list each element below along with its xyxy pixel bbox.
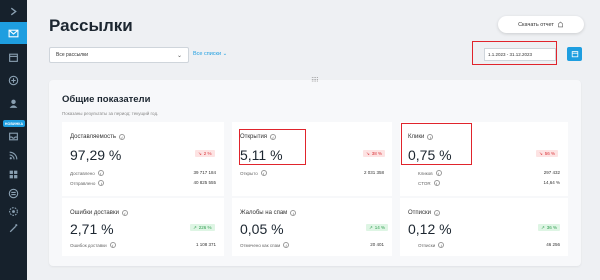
info-icon[interactable]: i bbox=[98, 180, 105, 186]
info-icon[interactable]: i bbox=[290, 210, 297, 216]
card-name: Жалобы на спам i bbox=[240, 210, 297, 216]
calendar-button[interactable] bbox=[567, 47, 582, 61]
metric-value: 0,05 % bbox=[240, 221, 284, 237]
stat-row-value: 40 825 555 bbox=[193, 180, 216, 185]
chevron-down-icon: ⌄ bbox=[176, 52, 182, 59]
info-icon[interactable]: i bbox=[97, 170, 104, 176]
card-deliverability: Доставляемость i 97,29 % ↘ 2 % Доставлено i… bbox=[62, 122, 224, 196]
stat-row-label: Отмечено как спам i bbox=[240, 242, 290, 248]
highlight-clicks bbox=[401, 123, 472, 165]
export-report-button[interactable]: Скачать отчет bbox=[498, 16, 584, 33]
date-range-input[interactable]: 1.1.2023 - 31.12.2023 bbox=[484, 48, 556, 61]
info-icon[interactable]: i bbox=[118, 134, 125, 140]
highlight-opens bbox=[239, 129, 306, 165]
sidebar-item-contacts[interactable] bbox=[0, 92, 27, 114]
card-name: Отписки i bbox=[408, 210, 440, 216]
mailings-select[interactable]: Все рассылки ⌄ bbox=[49, 47, 189, 63]
stat-row-label: Открыто i bbox=[240, 170, 267, 176]
inbox-icon bbox=[9, 132, 18, 140]
info-icon[interactable]: i bbox=[109, 242, 116, 248]
magic-wand-icon bbox=[9, 223, 18, 232]
gear-icon bbox=[9, 206, 18, 216]
grid-icon bbox=[9, 170, 18, 178]
info-icon[interactable]: i bbox=[434, 210, 440, 216]
stat-row-value: 1 108 371 bbox=[195, 242, 216, 247]
trend-down-icon: ↘ bbox=[539, 150, 543, 156]
info-icon[interactable]: i bbox=[283, 242, 290, 248]
metric-value: 97,29 % bbox=[70, 147, 122, 163]
calendar-icon bbox=[571, 51, 578, 58]
sidebar: НОВИНКА bbox=[0, 0, 27, 280]
stat-row-label: Отписки i bbox=[418, 242, 445, 248]
stack-icon bbox=[8, 188, 19, 198]
calendar-icon bbox=[9, 53, 18, 62]
rss-icon bbox=[9, 151, 18, 159]
trend-up-icon: ↗ bbox=[541, 224, 545, 230]
info-icon[interactable]: i bbox=[121, 210, 128, 216]
trend-up-icon: ↗ bbox=[193, 224, 197, 230]
metric-value: 2,71 % bbox=[70, 221, 114, 237]
sidebar-item-calendar[interactable] bbox=[0, 46, 27, 68]
mailings-select-value: Все рассылки bbox=[56, 52, 89, 58]
stat-row-label: Кликов i bbox=[418, 170, 442, 176]
delta-badge: ↗ 14 % bbox=[366, 224, 389, 231]
all-lists-dropdown[interactable]: Все списки ⌄ bbox=[193, 51, 227, 57]
stat-row-value: 14,64 % bbox=[543, 180, 560, 185]
panel-subtitle: Показаны результаты за период: текущий г… bbox=[62, 111, 159, 116]
stat-row-label: Доставлено i bbox=[70, 170, 104, 176]
card-spam: Жалобы на спам i 0,05 % ↗ 14 % Отмечено ка… bbox=[232, 198, 392, 256]
info-icon[interactable]: i bbox=[438, 242, 445, 248]
user-icon bbox=[9, 99, 18, 108]
sidebar-item-tools[interactable] bbox=[0, 217, 27, 239]
info-icon[interactable]: i bbox=[435, 170, 442, 176]
expand-sidebar-button[interactable] bbox=[0, 0, 27, 22]
all-lists-label: Все списки bbox=[193, 51, 222, 57]
stat-row-value: 46 256 bbox=[546, 242, 560, 247]
card-name: Доставляемость i bbox=[70, 134, 125, 140]
mail-icon bbox=[8, 29, 19, 37]
info-icon[interactable]: i bbox=[260, 170, 267, 176]
stat-row-label: Отправлено i bbox=[70, 180, 105, 186]
export-report-label: Скачать отчет bbox=[518, 21, 554, 28]
card-unsubscribes: Отписки i 0,12 % ↗ 36 % Отписки i 46 256 bbox=[400, 198, 568, 256]
delta-badge: ↗ 226 % bbox=[190, 224, 215, 231]
stat-row-label: CTOR i bbox=[418, 180, 440, 186]
delta-badge: ↘ 2 % bbox=[195, 150, 215, 157]
chevron-right-icon bbox=[10, 7, 17, 15]
page-title: Рассылки bbox=[49, 16, 133, 35]
metric-value: 0,12 % bbox=[408, 221, 452, 237]
delta-badge: ↗ 36 % bbox=[538, 224, 561, 231]
stat-row-value: 20 401 bbox=[370, 242, 384, 247]
sidebar-item-add[interactable] bbox=[0, 69, 27, 91]
info-icon[interactable]: i bbox=[433, 180, 440, 186]
download-icon bbox=[558, 21, 563, 28]
stat-row-value: 39 717 184 bbox=[193, 170, 216, 175]
drag-handle-icon[interactable]: ⠿⠿ bbox=[311, 77, 319, 84]
card-name: Ошибки доставки i bbox=[70, 210, 128, 216]
card-delivery-errors: Ошибки доставки i 2,71 % ↗ 226 % Ошибок до… bbox=[62, 198, 224, 256]
trend-down-icon: ↘ bbox=[198, 150, 202, 156]
panel-title: Общие показатели bbox=[62, 94, 151, 105]
trend-up-icon: ↗ bbox=[369, 224, 373, 230]
stat-row-value: 2 031 358 bbox=[363, 170, 384, 175]
sidebar-item-mailings[interactable] bbox=[0, 22, 27, 44]
trend-down-icon: ↘ bbox=[366, 150, 370, 156]
plus-circle-icon bbox=[8, 75, 19, 85]
stat-row-value: 297 432 bbox=[543, 170, 560, 175]
delta-badge: ↘ 38 % bbox=[363, 150, 386, 157]
delta-badge: ↘ 56 % bbox=[536, 150, 559, 157]
stat-row-label: Ошибок доставки i bbox=[70, 242, 116, 248]
